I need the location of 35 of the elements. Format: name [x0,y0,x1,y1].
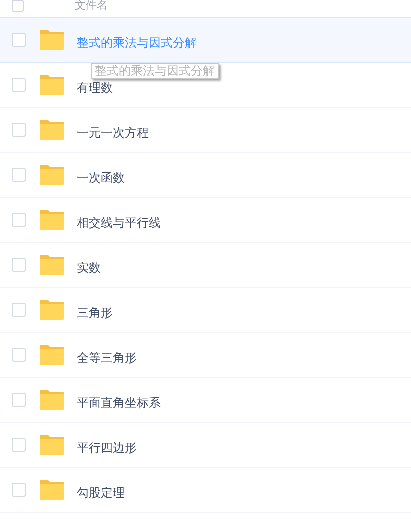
folder-icon [39,479,65,501]
folder-name[interactable]: 一次函数 [77,170,125,186]
folder-icon [39,74,65,96]
row-checkbox[interactable] [12,303,26,317]
row-checkbox[interactable] [12,393,26,407]
row-checkbox[interactable] [12,258,26,272]
folder-name[interactable]: 实数 [77,260,101,276]
folder-name[interactable]: 相交线与平行线 [77,214,161,232]
folder-icon [39,164,65,186]
column-header: 文件名 [75,0,108,12]
row-checkbox[interactable] [12,168,26,182]
folder-name[interactable]: 三角形 [77,304,113,322]
folder-name[interactable]: 一元一次方程 [77,124,149,142]
folder-icon [39,254,65,276]
folder-name[interactable]: 勾股定理 [77,484,125,502]
row-checkbox[interactable] [12,78,26,92]
select-all-checkbox[interactable] [12,0,24,12]
folder-name[interactable]: 平面直角坐标系 [77,394,161,412]
row-checkbox[interactable] [12,123,26,137]
row-checkbox[interactable] [12,348,26,362]
row-checkbox[interactable] [12,213,26,227]
folder-name[interactable]: 全等三角形 [77,350,137,366]
folder-name[interactable]: 平行四边形 [77,440,137,456]
folder-icon [39,29,65,51]
tooltip: 整式的乘法与因式分解 [91,63,219,79]
row-checkbox[interactable] [12,438,26,452]
folder-icon [39,344,65,366]
folder-icon [39,119,65,141]
folder-icon [39,299,65,321]
folder-icon [39,209,65,231]
folder-icon [39,389,65,411]
folder-name[interactable]: 有理数 [77,80,113,96]
folder-icon [39,434,65,456]
row-checkbox[interactable] [12,483,26,497]
row-checkbox[interactable] [12,33,26,47]
